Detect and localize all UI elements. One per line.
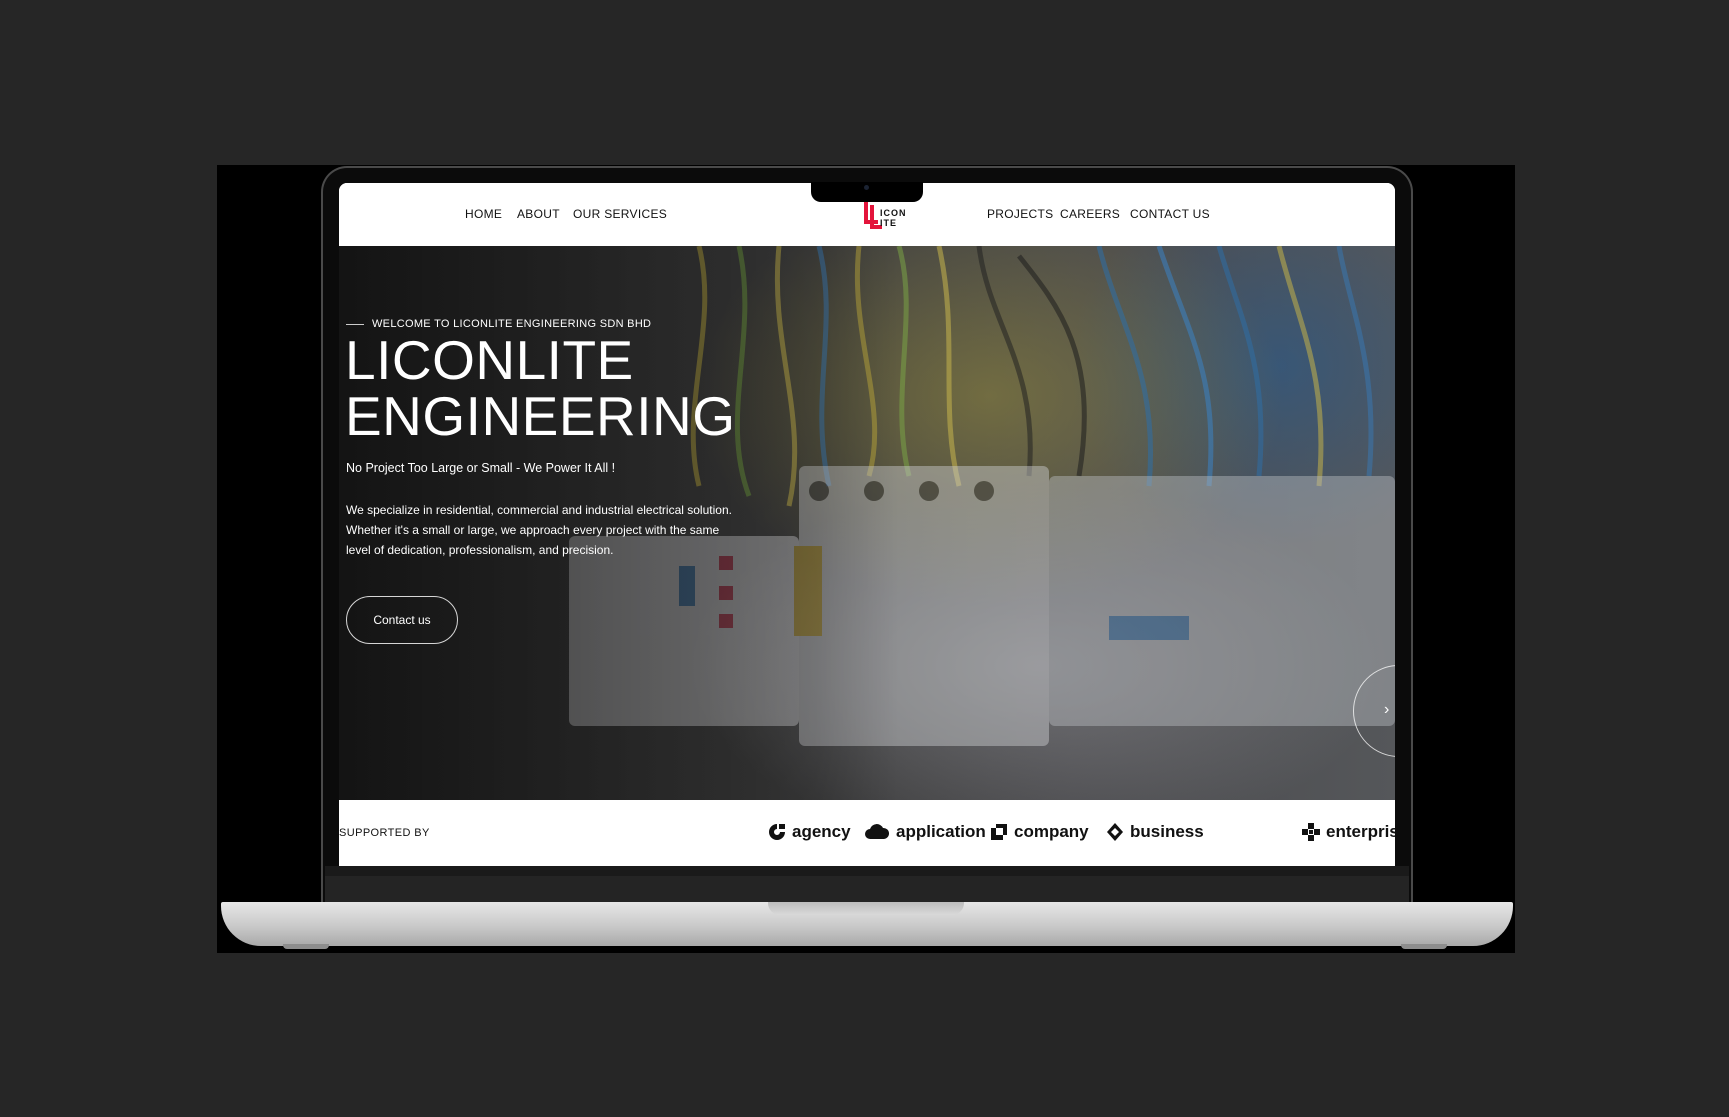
laptop-hinge: [325, 876, 1409, 902]
sponsor-name: application: [896, 822, 986, 841]
logo-text-bottom: ITE: [880, 218, 898, 228]
cross-logo-icon: [1302, 823, 1320, 841]
cloud-logo-icon: [865, 824, 890, 839]
sponsor-name: enterpris: [1326, 822, 1395, 841]
hero-description: We specialize in residential, commercial…: [346, 503, 732, 557]
logo-text-top: ICON: [880, 208, 907, 218]
laptop-foot-left: [283, 944, 329, 949]
liconlite-logo[interactable]: ICON ITE: [862, 199, 910, 229]
laptop-screen: HOME ABOUT OUR SERVICES ICON ITE PROJECT…: [339, 183, 1395, 866]
laptop-opening-notch: [768, 902, 964, 915]
sponsor-application[interactable]: application: [864, 820, 986, 844]
laptop-foot-right: [1401, 944, 1447, 949]
nav-projects[interactable]: PROJECTS: [987, 207, 1053, 221]
nav-contact-us[interactable]: CONTACT US: [1130, 207, 1210, 221]
sponsor-enterprise[interactable]: enterpris: [1302, 820, 1395, 844]
hero-tagline: No Project Too Large or Small - We Power…: [346, 461, 616, 475]
sponsor-company[interactable]: company: [990, 820, 1089, 844]
squares-logo-icon: [991, 824, 1007, 840]
nav-our-services[interactable]: OUR SERVICES: [573, 207, 667, 221]
chevron-right-icon: ›: [1384, 701, 1390, 718]
hero-title-line-1: LICONLITE: [345, 329, 634, 391]
sponsor-name: company: [1014, 822, 1089, 841]
sponsor-agency[interactable]: agency: [768, 820, 851, 844]
supported-by-bar: SUPPORTED BY agency application company …: [339, 800, 1395, 866]
hero-section: WELCOME TO LICONLITE ENGINEERING SDN BHD…: [339, 246, 1395, 800]
hero-title-line-2: ENGINEERING: [345, 385, 736, 447]
eyebrow-dash: [346, 323, 364, 325]
contact-us-button[interactable]: Contact us: [346, 596, 458, 644]
supported-by-label: SUPPORTED BY: [339, 827, 430, 839]
nav-home[interactable]: HOME: [465, 207, 502, 221]
agency-logo-icon: [769, 824, 785, 840]
sponsor-name: agency: [792, 822, 851, 841]
camera-icon: [864, 185, 869, 190]
sponsor-name: business: [1130, 822, 1204, 841]
hero-title: LICONLITE ENGINEERING: [345, 332, 736, 444]
sponsor-business[interactable]: business: [1106, 820, 1204, 844]
nav-careers[interactable]: CAREERS: [1060, 207, 1120, 221]
diamond-logo-icon: [1107, 823, 1123, 841]
nav-about[interactable]: ABOUT: [517, 207, 560, 221]
